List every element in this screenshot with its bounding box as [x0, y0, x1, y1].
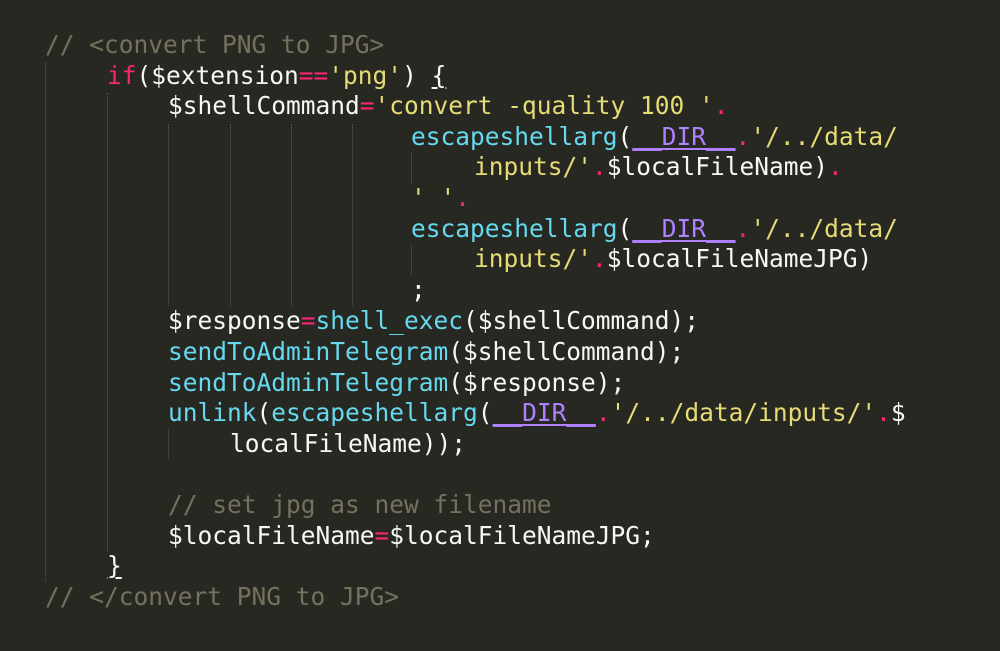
- code-token: .: [455, 183, 471, 212]
- code-token: ($response);: [448, 368, 626, 397]
- code-token: =: [359, 91, 375, 120]
- code-token: inputs/': [474, 152, 593, 181]
- code-token: // </convert PNG to JPG>: [45, 582, 400, 611]
- code-token: $localFileNameJPG): [606, 244, 873, 273]
- code-line[interactable]: // </convert PNG to JPG>: [45, 582, 399, 612]
- code-line[interactable]: inputs/'.$localFileNameJPG): [474, 244, 872, 274]
- code-token: __DIR__: [632, 122, 736, 151]
- code-token: escapeshellarg: [271, 398, 478, 427]
- code-token: (: [477, 398, 493, 427]
- code-line[interactable]: escapeshellarg(__DIR__.'/../data/: [411, 122, 898, 152]
- code-token: '/../data/inputs/': [610, 398, 877, 427]
- indent-guide: [45, 63, 46, 582]
- code-token: if: [107, 61, 137, 90]
- code-token: }: [107, 551, 122, 580]
- code-line[interactable]: unlink(escapeshellarg(__DIR__.'/../data/…: [168, 398, 906, 428]
- code-line[interactable]: inputs/'.$localFileName).: [474, 152, 843, 182]
- code-token: {: [431, 61, 447, 90]
- code-token: $localFileNameJPG;: [389, 521, 655, 550]
- code-token: __DIR__: [632, 214, 736, 243]
- code-token: $shellCommand: [168, 91, 360, 120]
- code-token: escapeshellarg: [411, 214, 618, 243]
- code-token: ==: [298, 61, 329, 90]
- code-token: .: [592, 152, 607, 181]
- code-token: .: [595, 398, 611, 427]
- code-line[interactable]: $shellCommand='convert -quality 100 '.: [168, 91, 729, 121]
- code-token: sendToAdminTelegram: [168, 368, 449, 397]
- code-line[interactable]: escapeshellarg(__DIR__.'/../data/: [411, 214, 898, 244]
- code-token: // set jpg as new filename: [168, 490, 552, 519]
- code-token: $localFileName: [168, 521, 375, 550]
- code-token: 'convert -quality 100 ': [374, 91, 714, 120]
- code-line[interactable]: sendToAdminTelegram($shellCommand);: [168, 337, 684, 367]
- indent-guide: [107, 93, 108, 551]
- code-token: (: [617, 122, 633, 151]
- code-token: .: [592, 244, 607, 273]
- indent-guide: [168, 124, 169, 306]
- code-token: $: [890, 398, 906, 427]
- code-line[interactable]: $response=shell_exec($shellCommand);: [168, 306, 699, 336]
- code-token: '/../data/: [750, 122, 898, 151]
- code-token: ($shellCommand);: [463, 306, 700, 335]
- code-line[interactable]: ;: [411, 275, 426, 305]
- code-token: localFileName));: [230, 429, 467, 458]
- code-token: $response: [168, 306, 301, 335]
- code-line[interactable]: // set jpg as new filename: [168, 490, 552, 520]
- code-line[interactable]: if($extension=='png') {: [107, 61, 446, 91]
- code-token: .: [713, 91, 729, 120]
- code-token: inputs/': [474, 244, 593, 273]
- code-token: (: [617, 214, 633, 243]
- code-line[interactable]: ' '.: [411, 183, 470, 213]
- code-token: __DIR__: [492, 398, 596, 427]
- code-token: .: [735, 122, 751, 151]
- code-editor[interactable]: // <convert PNG to JPG> if($extension=='p…: [0, 0, 1000, 651]
- code-token: shell_exec: [315, 306, 464, 335]
- code-token: ;: [411, 275, 426, 304]
- code-token: ($shellCommand);: [448, 337, 685, 366]
- code-token: // <convert PNG to JPG>: [45, 30, 385, 59]
- code-token: .: [876, 398, 891, 427]
- code-token: =: [374, 521, 390, 550]
- code-line[interactable]: sendToAdminTelegram($response);: [168, 368, 625, 398]
- code-token: sendToAdminTelegram: [168, 337, 449, 366]
- indent-guide: [291, 124, 292, 306]
- code-token: unlink: [168, 398, 257, 427]
- indent-guide: [168, 429, 169, 460]
- indent-guide: [411, 244, 412, 275]
- code-line[interactable]: $localFileName=$localFileNameJPG;: [168, 521, 655, 551]
- code-token: escapeshellarg: [411, 122, 618, 151]
- code-line[interactable]: // <convert PNG to JPG>: [45, 30, 384, 60]
- code-token: ): [402, 61, 432, 90]
- code-token: '/../data/: [750, 214, 898, 243]
- code-token: $localFileName): [606, 152, 829, 181]
- code-token: (: [256, 398, 272, 427]
- indent-guide: [352, 124, 353, 306]
- code-token: =: [300, 306, 316, 335]
- code-token: .: [735, 214, 751, 243]
- code-token: ' ': [411, 183, 456, 212]
- code-token: ($extension: [136, 61, 299, 90]
- indent-guide: [411, 152, 412, 183]
- code-line[interactable]: localFileName));: [230, 429, 466, 459]
- code-token: 'png': [328, 61, 403, 90]
- indent-guide: [230, 124, 231, 306]
- code-token: .: [828, 152, 843, 181]
- code-line[interactable]: }: [107, 551, 122, 581]
